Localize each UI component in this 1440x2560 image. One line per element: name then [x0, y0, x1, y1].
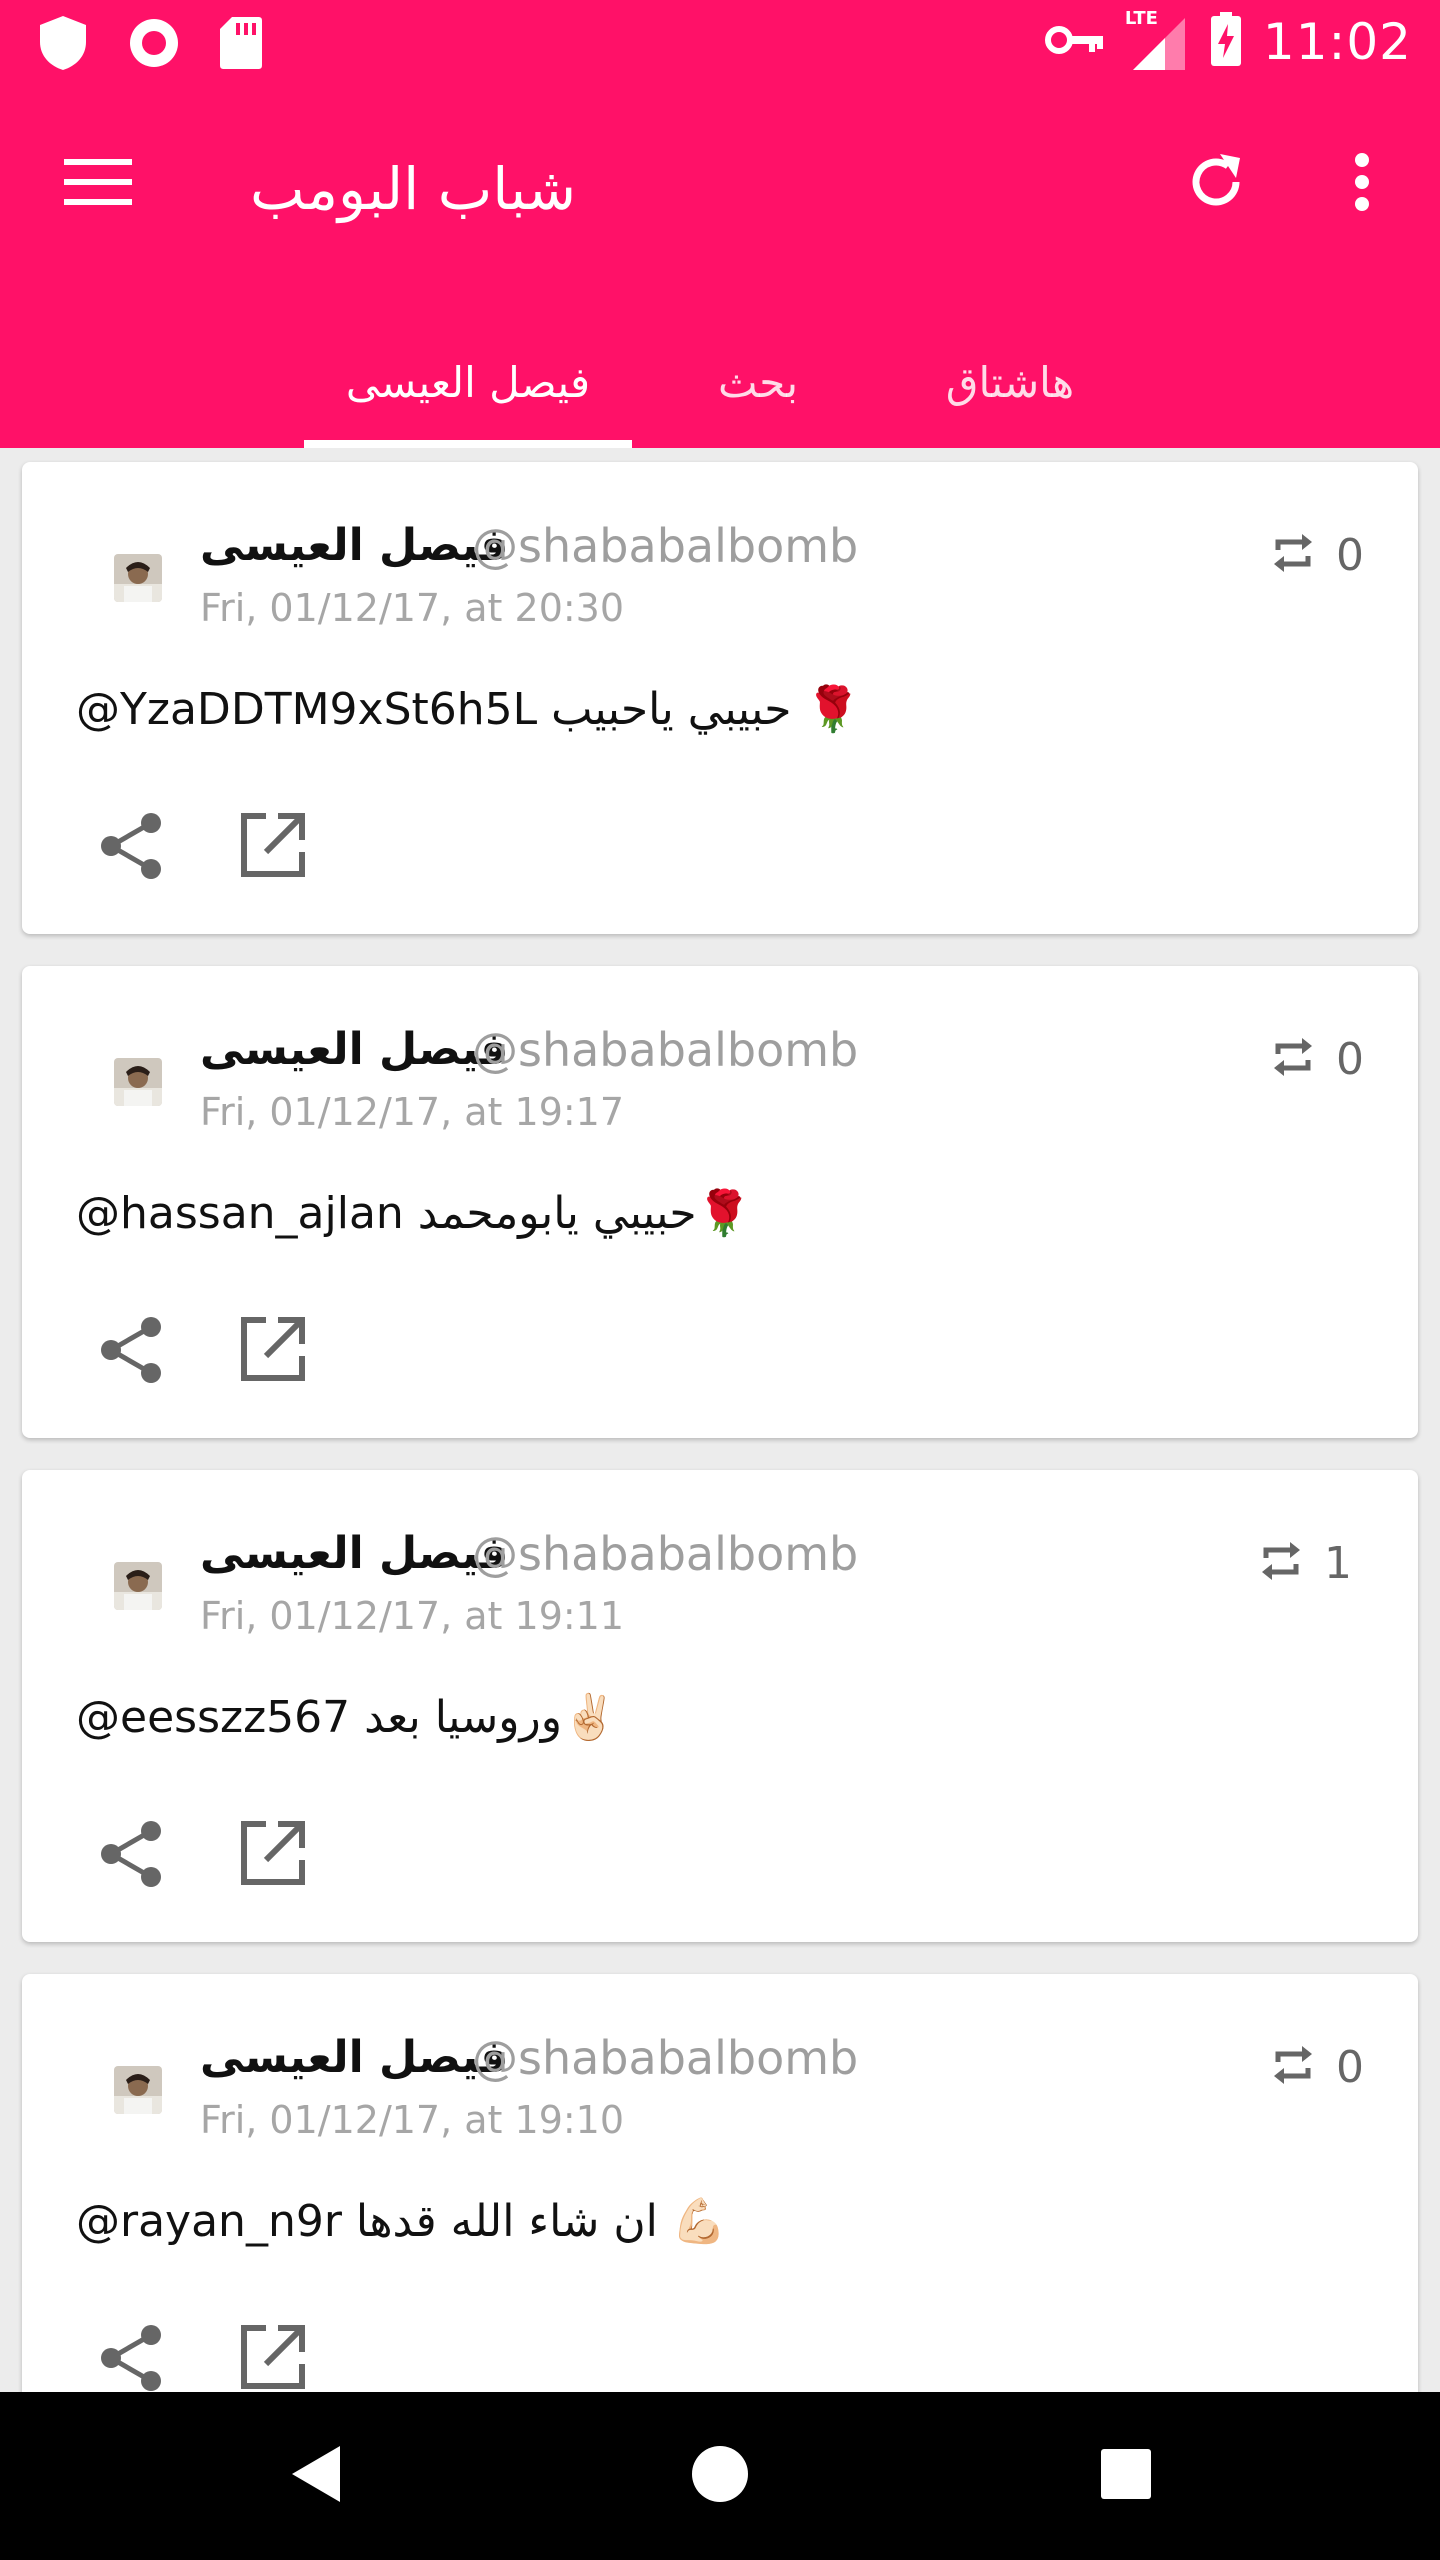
tab-faisal-alissa[interactable]: فيصل العيسى — [304, 316, 632, 448]
open-external-button[interactable] — [222, 2310, 322, 2392]
tweet-time: Fri, 01/12/17, at 19:10 — [200, 2098, 625, 2142]
open-external-button[interactable] — [222, 798, 322, 898]
open-in-new-icon — [238, 2324, 306, 2392]
author-name: فيصل العيسى — [200, 1528, 509, 1579]
menu-icon — [64, 157, 132, 211]
tweet-feed[interactable]: فيصل العيسى @shababalbomb Fri, 01/12/17,… — [0, 448, 1440, 2392]
signal-icon: LTE — [1124, 8, 1189, 74]
back-icon — [286, 2442, 346, 2510]
retweet-button[interactable]: 0 — [1268, 528, 1364, 582]
shield-icon — [36, 14, 90, 76]
tweet-time: Fri, 01/12/17, at 19:11 — [200, 1594, 625, 1638]
author-name: فيصل العيسى — [200, 520, 509, 571]
back-button[interactable] — [276, 2436, 356, 2516]
retweet-button[interactable]: 1 — [1256, 1536, 1352, 1590]
retweet-count: 0 — [1336, 2041, 1364, 2093]
more-options-button[interactable] — [1322, 144, 1402, 224]
retweet-count: 0 — [1336, 529, 1364, 581]
share-icon — [97, 2323, 167, 2392]
author-handle: @shababalbomb — [472, 1527, 859, 1581]
home-button[interactable] — [680, 2436, 760, 2516]
avatar — [114, 2066, 162, 2114]
share-button[interactable] — [82, 1806, 182, 1906]
avatar — [114, 1058, 162, 1106]
tweet-card: فيصل العيسى @shababalbomb Fri, 01/12/17,… — [22, 966, 1418, 1438]
system-nav-bar — [0, 2392, 1440, 2560]
author-handle: @shababalbomb — [472, 519, 859, 573]
tweet-card: فيصل العيسى @shababalbomb Fri, 01/12/17,… — [22, 1974, 1418, 2392]
open-in-new-icon — [238, 1820, 306, 1892]
author-handle: @shababalbomb — [472, 1023, 859, 1077]
share-icon — [97, 811, 167, 885]
retweet-button[interactable]: 0 — [1268, 2040, 1364, 2094]
sd-card-icon — [218, 15, 264, 75]
refresh-icon — [1184, 150, 1248, 218]
vpn-key-icon — [1044, 22, 1105, 62]
record-icon — [126, 15, 182, 75]
status-time: 11:02 — [1262, 13, 1412, 71]
tweet-text: @rayan_n9r ان شاء الله قدها 💪🏻 — [76, 2196, 727, 2247]
tweet-time: Fri, 01/12/17, at 19:17 — [200, 1090, 625, 1134]
retweet-count: 0 — [1336, 1033, 1364, 1085]
retweet-count: 1 — [1324, 1537, 1352, 1589]
battery-charging-icon — [1209, 12, 1243, 72]
tweet-card: فيصل العيسى @shababalbomb Fri, 01/12/17,… — [22, 462, 1418, 934]
share-icon — [97, 1315, 167, 1389]
menu-button[interactable] — [58, 144, 138, 224]
retweet-icon — [1268, 528, 1318, 582]
refresh-button[interactable] — [1176, 144, 1256, 224]
author-handle: @shababalbomb — [472, 2031, 859, 2085]
retweet-icon — [1256, 1536, 1306, 1590]
open-external-button[interactable] — [222, 1302, 322, 1402]
status-bar: LTE 11:02 — [0, 0, 1440, 84]
tab-bar: فيصل العيسى بحث هاشتاق — [0, 316, 1440, 448]
retweet-button[interactable]: 0 — [1268, 1032, 1364, 1086]
network-type: LTE — [1124, 8, 1158, 29]
recents-icon — [1099, 2447, 1153, 2505]
open-external-button[interactable] — [222, 1806, 322, 1906]
more-vert-icon — [1354, 152, 1370, 216]
open-in-new-icon — [238, 812, 306, 884]
tab-search[interactable]: بحث — [672, 316, 844, 448]
app-bar: شباب البومب فيصل العيسى بحث هاشتاق — [0, 84, 1440, 448]
tweet-text: @YzaDDTM9xSt6h5L حبيبي ياحبيب 🌹 — [76, 684, 861, 735]
avatar — [114, 554, 162, 602]
share-button[interactable] — [82, 2310, 182, 2392]
tweet-time: Fri, 01/12/17, at 20:30 — [200, 586, 625, 630]
author-name: فيصل العيسى — [200, 2032, 509, 2083]
tweet-text: @hassan_ajlan حبيبي يابومحمد🌹 — [76, 1188, 752, 1239]
share-icon — [97, 1819, 167, 1893]
share-button[interactable] — [82, 798, 182, 898]
tab-indicator — [304, 440, 632, 448]
tweet-card: فيصل العيسى @shababalbomb Fri, 01/12/17,… — [22, 1470, 1418, 1942]
retweet-icon — [1268, 2040, 1318, 2094]
avatar — [114, 1562, 162, 1610]
author-name: فيصل العيسى — [200, 1024, 509, 1075]
retweet-icon — [1268, 1032, 1318, 1086]
recents-button[interactable] — [1086, 2436, 1166, 2516]
tab-hashtag[interactable]: هاشتاق — [900, 316, 1120, 448]
tweet-text: @eesszz567 وروسيا بعد✌🏻 — [76, 1692, 617, 1743]
home-icon — [690, 2444, 750, 2508]
app-title: شباب البومب — [250, 155, 577, 223]
open-in-new-icon — [238, 1316, 306, 1388]
share-button[interactable] — [82, 1302, 182, 1402]
